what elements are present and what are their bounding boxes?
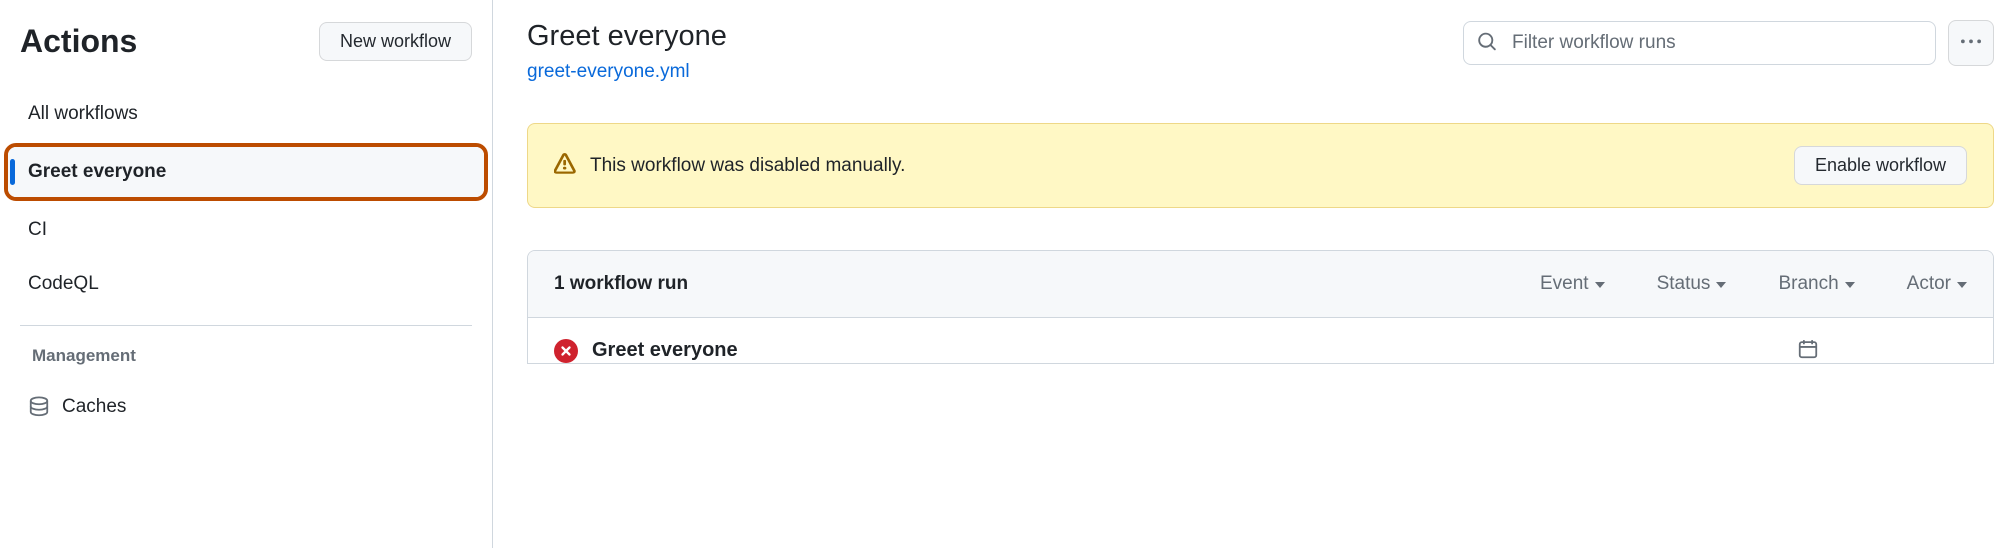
runs-count: 1 workflow run	[554, 273, 688, 295]
failure-icon	[554, 339, 578, 363]
database-icon	[28, 396, 50, 418]
sidebar-item-caches[interactable]: Caches	[8, 382, 484, 432]
search-icon	[1477, 32, 1497, 55]
chevron-down-icon	[1957, 282, 1967, 288]
workflow-title: Greet everyone	[527, 20, 1463, 53]
filter-label: Branch	[1778, 273, 1838, 295]
run-meta	[1797, 338, 1967, 363]
sidebar-header: Actions New workflow	[0, 22, 492, 89]
sidebar-item-label: Caches	[62, 396, 126, 418]
filter-label: Event	[1540, 273, 1589, 295]
filter-label: Status	[1657, 273, 1711, 295]
main-content: Greet everyone greet-everyone.yml	[493, 0, 2014, 548]
sidebar-item-label: Greet everyone	[28, 161, 166, 183]
filter-branch[interactable]: Branch	[1778, 273, 1854, 295]
run-row-left: Greet everyone	[554, 339, 738, 363]
sidebar-item-label: CodeQL	[28, 273, 99, 295]
disabled-alert: This workflow was disabled manually. Ena…	[527, 123, 1994, 208]
kebab-icon	[1961, 32, 1981, 55]
kebab-menu-button[interactable]	[1948, 20, 1994, 66]
title-block: Greet everyone greet-everyone.yml	[527, 20, 1463, 83]
page-title: Actions	[20, 23, 137, 60]
filter-runs-input[interactable]	[1463, 21, 1936, 65]
runs-filters: Event Status Branch Actor	[1540, 273, 1967, 295]
runs-list: 1 workflow run Event Status Branch	[527, 250, 1994, 364]
workflow-list: All workflows Greet everyone CI CodeQL M…	[0, 89, 492, 432]
filter-status[interactable]: Status	[1657, 273, 1727, 295]
management-heading: Management	[8, 346, 484, 382]
sidebar-item-label: CI	[28, 219, 47, 241]
sidebar-item-ci[interactable]: CI	[8, 205, 484, 255]
runs-header: 1 workflow run Event Status Branch	[528, 251, 1993, 318]
chevron-down-icon	[1595, 282, 1605, 288]
run-title: Greet everyone	[592, 339, 738, 362]
main-header: Greet everyone greet-everyone.yml	[527, 20, 1994, 83]
filter-input-wrapper	[1463, 21, 1936, 65]
run-row[interactable]: Greet everyone	[528, 318, 1993, 363]
chevron-down-icon	[1716, 282, 1726, 288]
sidebar-item-codeql[interactable]: CodeQL	[8, 259, 484, 309]
sidebar-item-label: All workflows	[28, 103, 138, 125]
filter-label: Actor	[1907, 273, 1951, 295]
sidebar-item-greet-everyone[interactable]: Greet everyone	[8, 147, 484, 197]
sidebar-item-all-workflows[interactable]: All workflows	[8, 89, 484, 139]
sidebar: Actions New workflow All workflows Greet…	[0, 0, 493, 548]
divider	[20, 325, 472, 326]
workflow-file-link[interactable]: greet-everyone.yml	[527, 61, 690, 82]
alert-content: This workflow was disabled manually.	[554, 153, 905, 178]
alert-text: This workflow was disabled manually.	[590, 155, 905, 177]
filter-actor[interactable]: Actor	[1907, 273, 1967, 295]
filter-event[interactable]: Event	[1540, 273, 1605, 295]
highlight-outline: Greet everyone	[4, 143, 488, 201]
new-workflow-button[interactable]: New workflow	[319, 22, 472, 61]
chevron-down-icon	[1845, 282, 1855, 288]
main-controls	[1463, 20, 1994, 66]
alert-icon	[554, 153, 576, 178]
calendar-icon	[1797, 347, 1819, 363]
enable-workflow-button[interactable]: Enable workflow	[1794, 146, 1967, 185]
